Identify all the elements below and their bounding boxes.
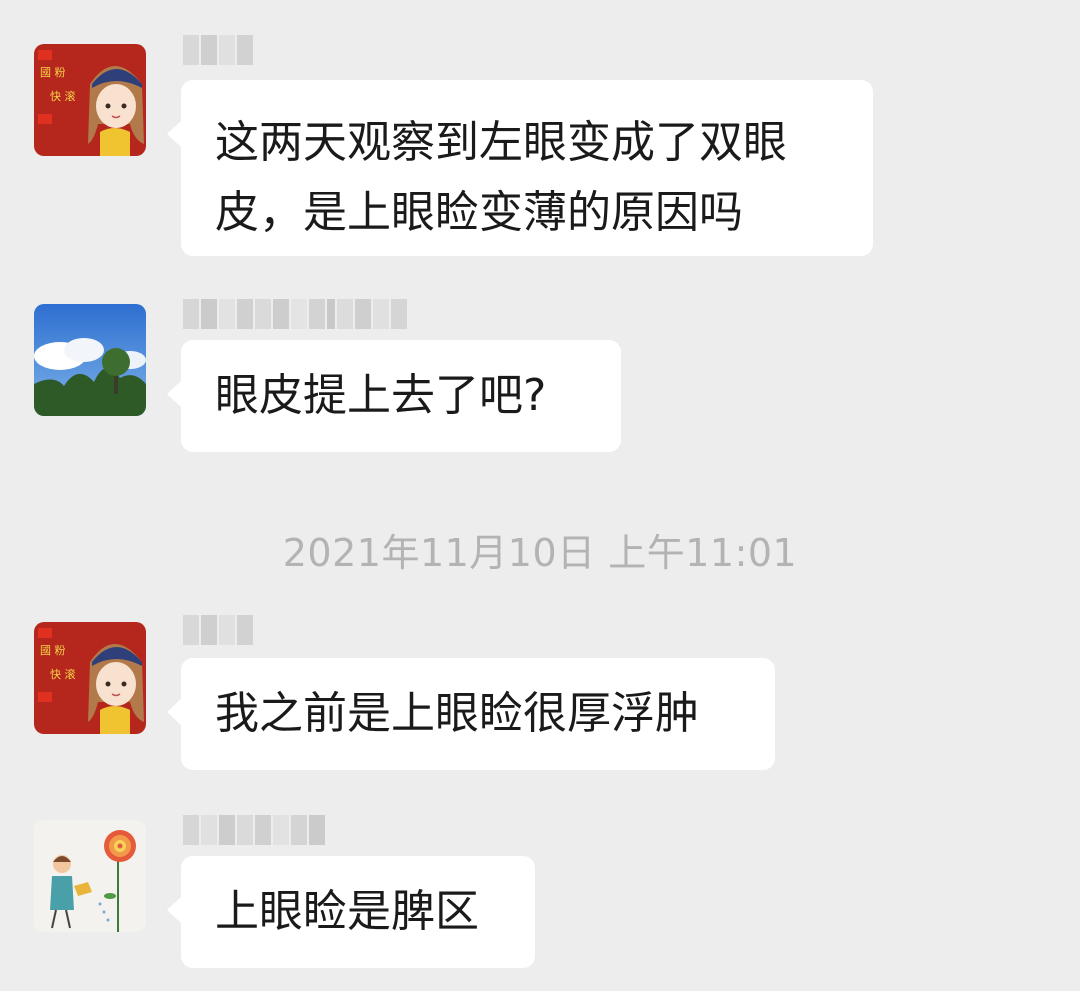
message-text: 眼皮提上去了吧? [215, 370, 547, 421]
message-bubble[interactable]: 眼皮提上去了吧? [167, 340, 621, 452]
avatar-caption: 快 滚 [50, 89, 76, 103]
avatar-caption: 國 粉 [40, 644, 66, 657]
girl-cartoon-red-avatar-icon[interactable]: 國 粉 快 滚 [34, 622, 146, 734]
message-text: 这两天观察到左眼变成了双眼皮，是上眼睑变薄的原因吗 [215, 117, 787, 238]
sky-trees-landscape-avatar-icon[interactable] [34, 304, 146, 416]
avatar-caption: 快 滚 [50, 667, 76, 681]
message-bubble[interactable]: 我之前是上眼睑很厚浮肿 [167, 658, 775, 770]
chat-timestamp: 2021年11月10日 上午11:01 [282, 531, 798, 575]
message-text: 我之前是上眼睑很厚浮肿 [215, 688, 699, 739]
boy-watering-flower-avatar-icon[interactable] [34, 820, 146, 932]
avatar-caption: 國 粉 [40, 66, 66, 79]
sender-name-blurred [183, 614, 253, 646]
sender-name-blurred [183, 298, 407, 330]
sender-name-blurred [183, 34, 253, 66]
girl-cartoon-red-avatar-icon[interactable]: 國 粉 快 滚 [34, 44, 146, 156]
message-bubble[interactable]: 这两天观察到左眼变成了双眼皮，是上眼睑变薄的原因吗 [167, 80, 873, 256]
sender-name-blurred [183, 814, 325, 846]
message-text: 上眼睑是脾区 [215, 886, 479, 937]
message-bubble[interactable]: 上眼睑是脾区 [167, 856, 535, 968]
